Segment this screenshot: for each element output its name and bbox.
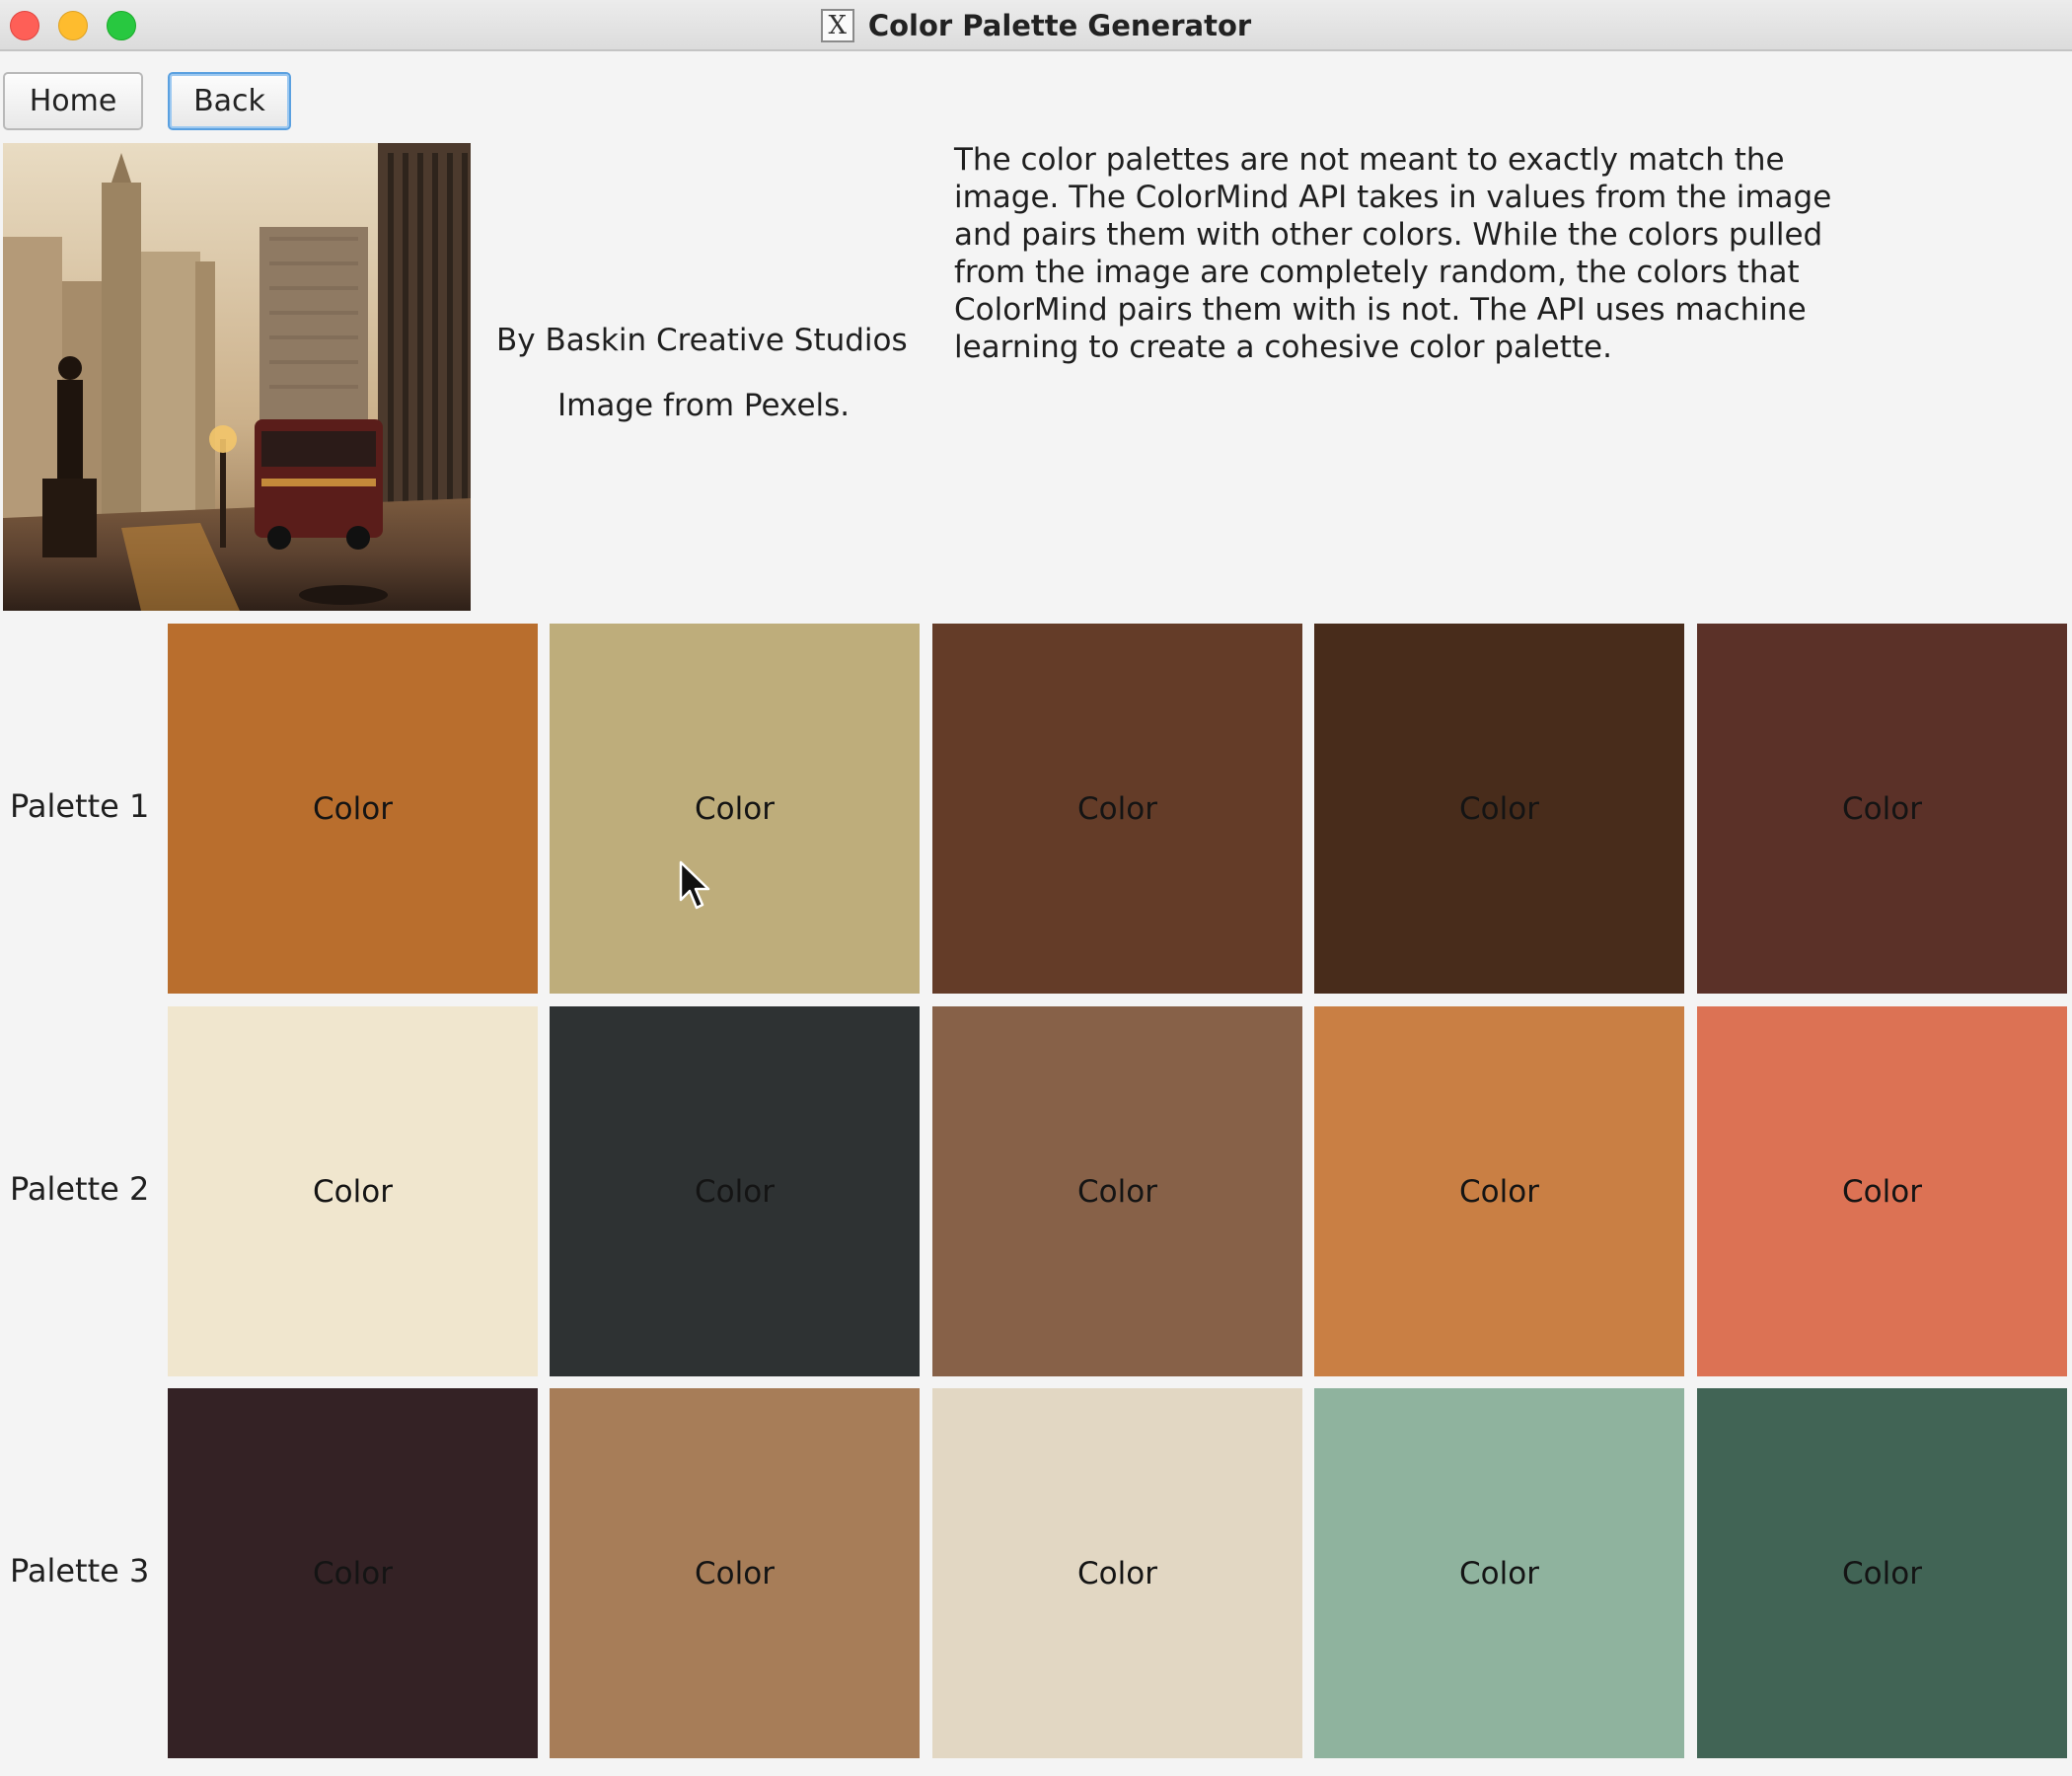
description-line: ColorMind pairs them with is not. The AP… xyxy=(954,292,1807,328)
back-button[interactable]: Back xyxy=(168,72,291,130)
palette-1-label: Palette 1 xyxy=(10,787,150,825)
palette-2-swatch-1[interactable]: Color xyxy=(168,1006,538,1376)
description-line: from the image are completely random, th… xyxy=(954,255,1800,290)
mouse-cursor-icon xyxy=(679,860,710,910)
description-line: and pairs them with other colors. While … xyxy=(954,217,1823,253)
city-street-photo xyxy=(3,143,471,611)
image-author-credit: By Baskin Creative Studios xyxy=(496,323,908,358)
palette-2-swatch-4[interactable]: Color xyxy=(1314,1006,1684,1376)
palette-1-swatch-3[interactable]: Color xyxy=(932,624,1302,994)
palette-3-swatch-2[interactable]: Color xyxy=(550,1388,920,1758)
source-image xyxy=(3,143,471,611)
palette-1-swatch-5[interactable]: Color xyxy=(1697,624,2067,994)
palette-1-swatch-1[interactable]: Color xyxy=(168,624,538,994)
palette-2-label: Palette 2 xyxy=(10,1170,150,1208)
palette-3-label: Palette 3 xyxy=(10,1552,150,1590)
description-line: learning to create a cohesive color pale… xyxy=(954,330,1612,365)
description-line: image. The ColorMind API takes in values… xyxy=(954,180,1832,215)
palette-3-swatch-3[interactable]: Color xyxy=(932,1388,1302,1758)
palette-3-swatch-4[interactable]: Color xyxy=(1314,1388,1684,1758)
window-title: Color Palette Generator xyxy=(867,9,1252,42)
home-button[interactable]: Home xyxy=(3,72,143,130)
palette-3-swatch-1[interactable]: Color xyxy=(168,1388,538,1758)
description-line: The color palettes are not meant to exac… xyxy=(954,142,1785,178)
palette-description: The color palettes are not meant to exac… xyxy=(954,141,1941,366)
image-source-credit: Image from Pexels. xyxy=(557,388,851,423)
x11-app-icon: X xyxy=(820,9,854,42)
app-window: X Color Palette Generator Home Back By B… xyxy=(0,0,2072,1776)
title-bar: X Color Palette Generator xyxy=(0,0,2072,51)
palette-2-swatch-5[interactable]: Color xyxy=(1697,1006,2067,1376)
title-wrap: X Color Palette Generator xyxy=(0,0,2072,51)
palette-2-swatch-2[interactable]: Color xyxy=(550,1006,920,1376)
palette-2-swatch-3[interactable]: Color xyxy=(932,1006,1302,1376)
palette-3-swatch-5[interactable]: Color xyxy=(1697,1388,2067,1758)
palette-1-swatch-2[interactable]: Color xyxy=(550,624,920,994)
palette-1-swatch-4[interactable]: Color xyxy=(1314,624,1684,994)
